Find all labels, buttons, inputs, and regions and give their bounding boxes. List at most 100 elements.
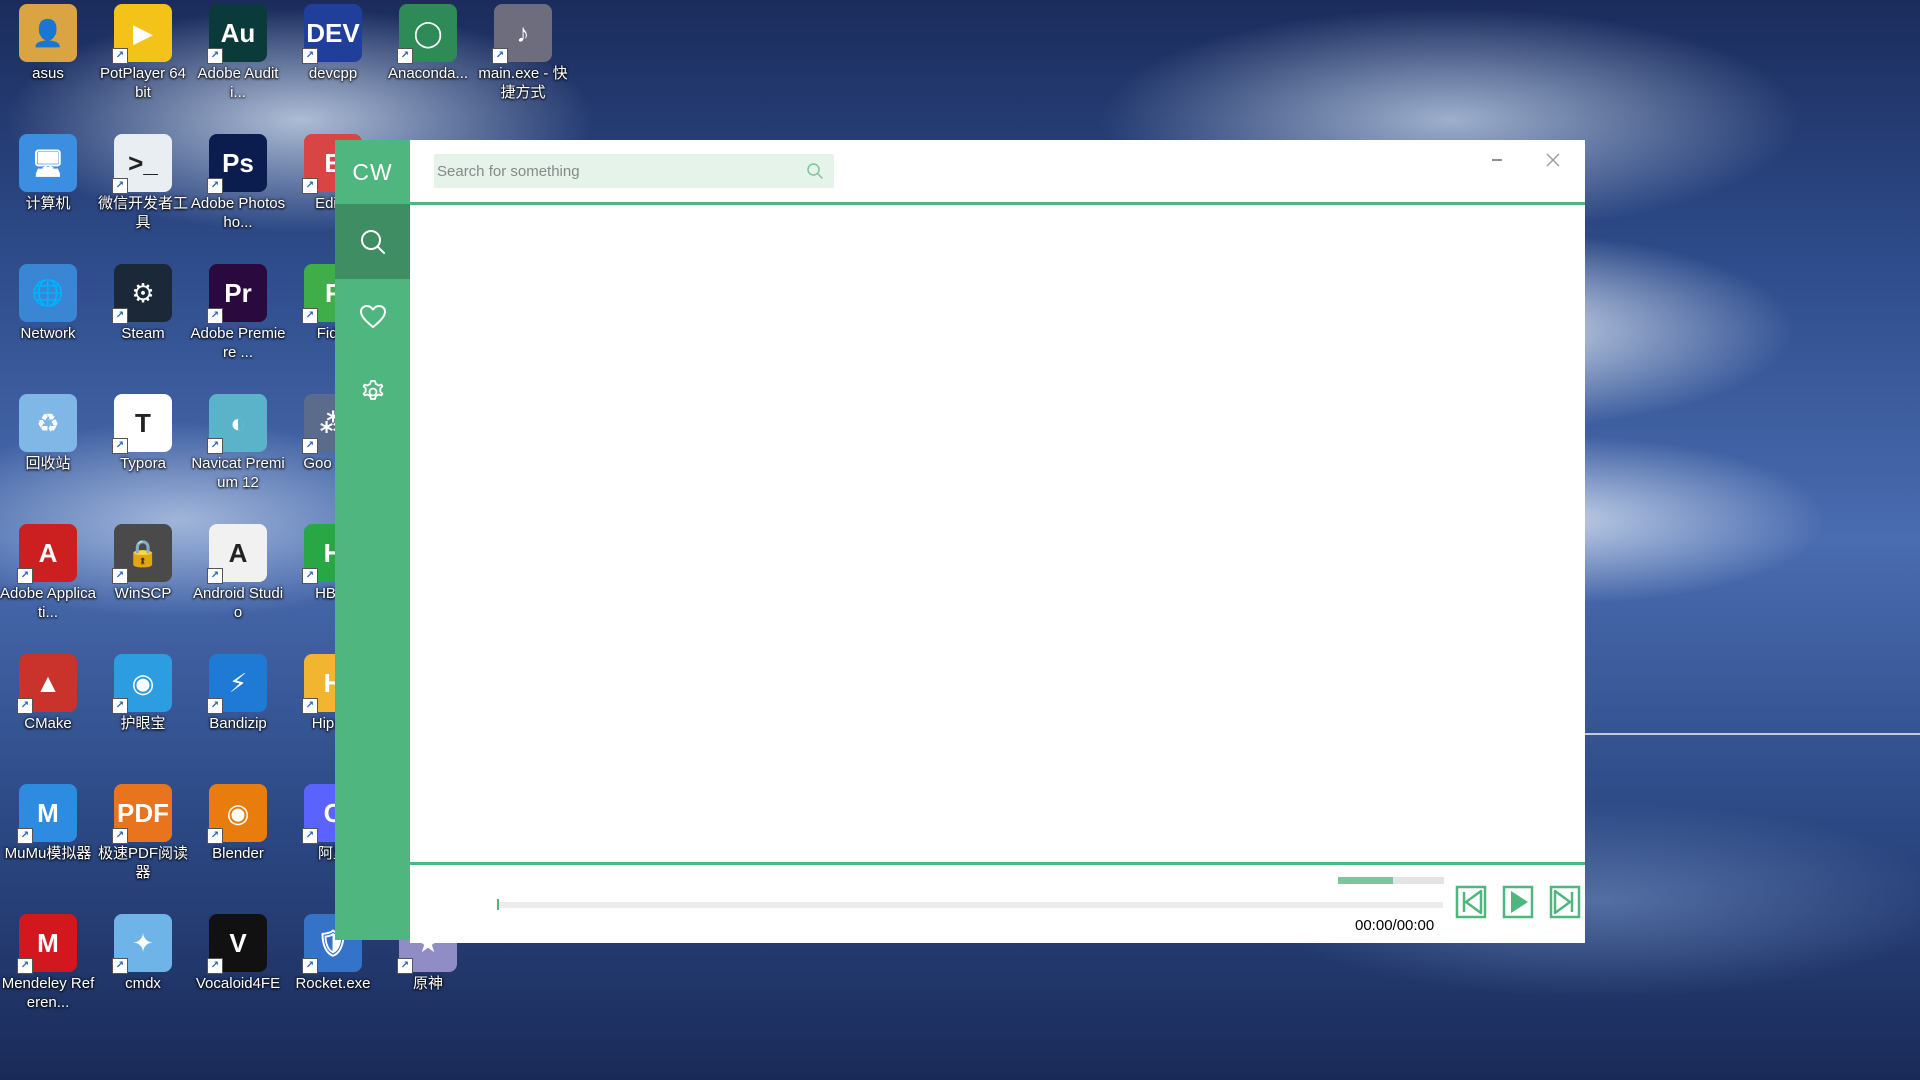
desktop-icon[interactable]: A ↗ Adobe Applicati... [0,520,96,622]
shortcut-arrow-icon: ↗ [207,698,223,714]
shortcut-arrow-icon: ↗ [112,438,128,454]
shortcut-arrow-icon: ↗ [17,698,33,714]
app-icon: ♪ ↗ [492,4,552,64]
desktop-icon[interactable]: 👤 asus [0,0,96,83]
desktop-icon[interactable]: V ↗ Vocaloid4FE [190,910,286,993]
shortcut-arrow-icon: ↗ [207,178,223,194]
desktop-icon[interactable]: T ↗ Typora [95,390,191,473]
shortcut-arrow-icon: ↗ [112,568,128,584]
shortcut-arrow-icon: ↗ [112,698,128,714]
app-icon: 🌐 [19,264,77,322]
desktop-icon-label: Adobe Auditi... [197,65,279,101]
desktop-icon[interactable]: M ↗ MuMu模拟器 [0,780,96,863]
shortcut-arrow-icon: ↗ [112,178,128,194]
shortcut-arrow-icon: ↗ [302,178,318,194]
nav-favorites-button[interactable] [335,279,410,354]
desktop-icon-label: 原神 [412,975,443,992]
desktop-icon[interactable]: 🖥 计算机 [0,130,96,213]
search-submit-icon[interactable] [806,162,824,185]
desktop-icon[interactable]: A ↗ Android Studio [190,520,286,622]
shortcut-arrow-icon: ↗ [207,958,223,974]
volume-slider[interactable] [1338,877,1444,884]
app-icon: ◉ ↗ [207,784,267,844]
desktop-icon[interactable]: ▶ ↗ PotPlayer 64 bit [95,0,191,102]
desktop-icon[interactable]: Au ↗ Adobe Auditi... [190,0,286,102]
app-icon: 🖥 [19,134,77,192]
desktop-icon[interactable]: Pr ↗ Adobe Premiere ... [190,260,286,362]
skip-next-icon [1549,885,1581,919]
desktop-icon[interactable]: ◐ ↗ Navicat Premium 12 [190,390,286,492]
minimize-button[interactable] [1482,148,1512,172]
desktop-icon-label: MuMu模拟器 [4,845,92,862]
play-button[interactable] [1502,885,1534,919]
desktop-icon[interactable]: ⚡ ↗ Bandizip [190,650,286,733]
desktop-icon[interactable]: ✦ ↗ cmdx [95,910,191,993]
desktop-icon[interactable]: ◉ ↗ 护眼宝 [95,650,191,733]
content-area [410,205,1585,862]
volume-fill [1338,877,1394,884]
search-box[interactable] [434,154,834,188]
sidebar: CW [335,140,410,940]
shortcut-arrow-icon: ↗ [397,48,413,64]
desktop-icon[interactable]: ♻ 回收站 [0,390,96,473]
desktop-icon[interactable]: M ↗ Mendeley Referen... [0,910,96,1012]
desktop-icon-label: Navicat Premium 12 [191,455,285,491]
close-button[interactable] [1538,148,1568,172]
shortcut-arrow-icon: ↗ [207,568,223,584]
desktop-icon[interactable]: 🔒 ↗ WinSCP [95,520,191,603]
desktop-icon-label: CMake [24,715,72,732]
minimize-icon [1492,159,1502,161]
desktop-icon-label: Adobe Applicati... [0,585,96,621]
shortcut-arrow-icon: ↗ [302,828,318,844]
desktop-icon[interactable]: ⚙ ↗ Steam [95,260,191,343]
search-input[interactable] [434,155,789,187]
nav-settings-button[interactable] [335,354,410,429]
desktop-icon-label: asus [32,65,64,82]
shortcut-arrow-icon: ↗ [207,308,223,324]
previous-button[interactable] [1455,885,1487,919]
shortcut-arrow-icon: ↗ [302,48,318,64]
desktop-icon-label: Vocaloid4FE [195,975,281,992]
desktop-icon[interactable]: >_ ↗ 微信开发者工具 [95,130,191,232]
shortcut-arrow-icon: ↗ [302,698,318,714]
shortcut-arrow-icon: ↗ [112,48,128,64]
close-icon [1546,153,1560,167]
desktop-icon[interactable]: ◉ ↗ Blender [190,780,286,863]
desktop-icon[interactable]: DEV ↗ devcpp [285,0,381,83]
next-button[interactable] [1549,885,1581,919]
app-icon: M ↗ [17,784,77,844]
player-bar: 00:00/00:00 [410,862,1585,943]
shortcut-arrow-icon: ↗ [302,568,318,584]
app-icon: ♻ [19,394,77,452]
app-icon: A ↗ [17,524,77,584]
progress-bar[interactable] [497,899,1443,910]
horizon-line [1585,733,1920,735]
desktop-icon-label: Adobe Photosho... [190,195,286,231]
shortcut-arrow-icon: ↗ [397,958,413,974]
desktop-icon-label: Mendeley Referen... [1,975,95,1011]
desktop-icon-label: Bandizip [209,715,267,732]
desktop-icon-label: devcpp [308,65,358,82]
desktop-icon-label: PotPlayer 64 bit [100,65,186,101]
heart-icon [359,304,386,328]
progress-handle[interactable] [497,899,499,910]
desktop-icon[interactable]: ◯ ↗ Anaconda... [380,0,476,83]
shortcut-arrow-icon: ↗ [112,308,128,324]
shortcut-arrow-icon: ↗ [302,958,318,974]
desktop-icon[interactable]: Ps ↗ Adobe Photosho... [190,130,286,232]
app-icon: 👤 [19,4,77,62]
desktop-icon[interactable]: ♪ ↗ main.exe - 快捷方式 [475,0,571,102]
shortcut-arrow-icon: ↗ [112,958,128,974]
app-icon: Pr ↗ [207,264,267,324]
shortcut-arrow-icon: ↗ [492,48,508,64]
desktop-icon-label: Blender [212,845,264,862]
app-icon: Ps ↗ [207,134,267,194]
desktop-icon[interactable]: PDF ↗ 极速PDF阅读器 [95,780,191,882]
desktop-icon-label: 计算机 [25,195,71,212]
skip-previous-icon [1455,885,1487,919]
nav-search-button[interactable] [335,204,410,279]
desktop-icon[interactable]: ▲ ↗ CMake [0,650,96,733]
desktop-icon-label: 微信开发者工具 [97,195,188,231]
desktop-icon[interactable]: 🌐 Network [0,260,96,343]
desktop-icon-label: Steam [121,325,165,342]
